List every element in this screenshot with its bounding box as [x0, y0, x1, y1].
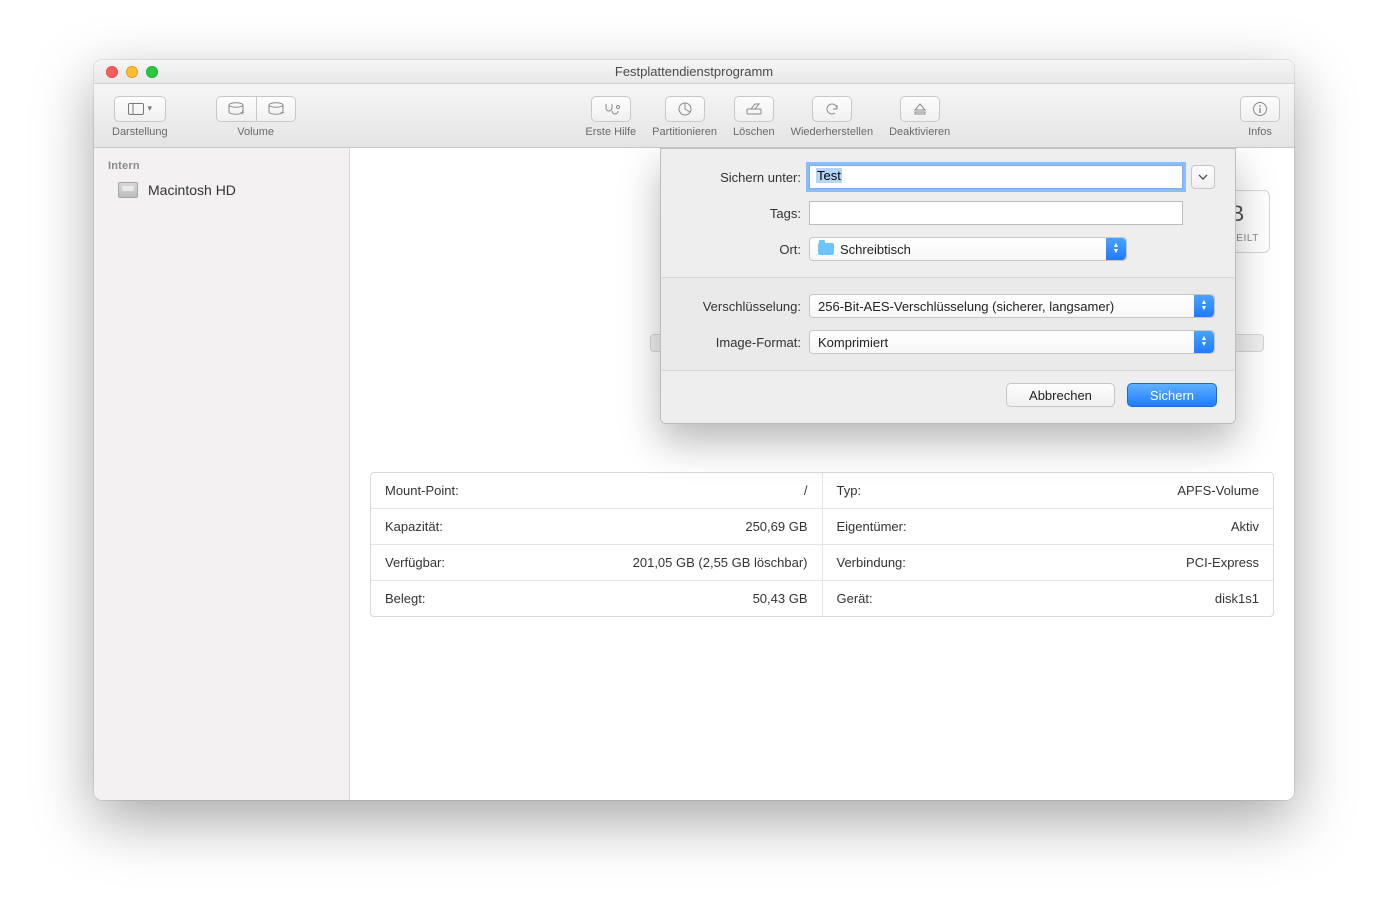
titlebar: Festplattendienstprogramm	[94, 60, 1294, 84]
folder-icon	[818, 243, 834, 255]
erase-icon	[745, 102, 763, 116]
partition-button[interactable]	[665, 96, 705, 122]
where-label: Ort:	[681, 242, 809, 257]
app-window: Festplattendienstprogramm ▾ Darstellung …	[94, 60, 1294, 800]
table-row: Belegt:50,43 GB	[371, 581, 822, 616]
unmount-label: Deaktivieren	[889, 126, 950, 138]
save-as-label: Sichern unter:	[681, 170, 809, 185]
sidebar-item-label: Macintosh HD	[148, 182, 236, 198]
sidebar-section-internal: Intern	[94, 154, 349, 176]
updown-icon: ▲▼	[1194, 295, 1214, 317]
restore-button[interactable]	[812, 96, 852, 122]
save-as-input[interactable]: Test	[809, 165, 1183, 189]
info-icon	[1252, 101, 1268, 117]
updown-icon: ▲▼	[1194, 331, 1214, 353]
table-row: Eigentümer:Aktiv	[823, 509, 1274, 545]
main-content: 250,69 GB VON 4 VOLUMES GETEILT Frei 198…	[350, 148, 1294, 800]
minimize-window-button[interactable]	[126, 66, 138, 78]
encryption-value: 256-Bit-AES-Verschlüsselung (sicherer, l…	[818, 299, 1114, 314]
volume-label: Volume	[237, 126, 274, 138]
erase-button[interactable]	[734, 96, 774, 122]
add-volume-button[interactable]: +	[216, 96, 256, 122]
where-select[interactable]: Schreibtisch ▲▼	[809, 237, 1127, 261]
save-button[interactable]: Sichern	[1127, 383, 1217, 407]
where-value: Schreibtisch	[840, 242, 911, 257]
restore-label: Wiederherstellen	[791, 126, 874, 138]
details-table: Mount-Point:/ Kapazität:250,69 GB Verfüg…	[370, 472, 1274, 617]
table-row: Kapazität:250,69 GB	[371, 509, 822, 545]
erase-label: Löschen	[733, 126, 775, 138]
sidebar-icon	[128, 103, 144, 115]
window-title: Festplattendienstprogramm	[94, 64, 1294, 79]
updown-icon: ▲▼	[1106, 238, 1126, 260]
unmount-button[interactable]	[900, 96, 940, 122]
info-label: Infos	[1248, 126, 1272, 138]
eject-icon	[913, 102, 927, 116]
info-button[interactable]	[1240, 96, 1280, 122]
table-row: Verbindung:PCI-Express	[823, 545, 1274, 581]
first-aid-label: Erste Hilfe	[585, 126, 636, 138]
view-label: Darstellung	[112, 126, 168, 138]
table-row: Verfügbar:201,05 GB (2,55 GB löschbar)	[371, 545, 822, 581]
volume-remove-icon: −	[267, 102, 285, 116]
encryption-label: Verschlüsselung:	[681, 299, 809, 314]
save-sheet: Sichern unter: Test Tags: Ort:	[660, 148, 1236, 424]
hdd-icon	[118, 182, 138, 198]
sidebar-item-macintosh-hd[interactable]: Macintosh HD	[94, 176, 349, 204]
table-row: Mount-Point:/	[371, 473, 822, 509]
encryption-select[interactable]: 256-Bit-AES-Verschlüsselung (sicherer, l…	[809, 294, 1215, 318]
partition-label: Partitionieren	[652, 126, 717, 138]
first-aid-button[interactable]	[591, 96, 631, 122]
format-value: Komprimiert	[818, 335, 888, 350]
restore-icon	[824, 102, 840, 116]
view-button[interactable]: ▾	[114, 96, 166, 122]
format-select[interactable]: Komprimiert ▲▼	[809, 330, 1215, 354]
cancel-button[interactable]: Abbrechen	[1006, 383, 1115, 407]
zoom-window-button[interactable]	[146, 66, 158, 78]
svg-text:−: −	[280, 108, 285, 116]
sidebar: Intern Macintosh HD	[94, 148, 350, 800]
table-row: Gerät:disk1s1	[823, 581, 1274, 616]
pie-icon	[677, 101, 693, 117]
expand-save-panel-button[interactable]	[1191, 165, 1215, 189]
table-row: Typ:APFS-Volume	[823, 473, 1274, 509]
remove-volume-button[interactable]: −	[256, 96, 296, 122]
volume-add-icon: +	[227, 102, 245, 116]
toolbar: ▾ Darstellung + − Volume Erste Hilfe	[94, 84, 1294, 148]
close-window-button[interactable]	[106, 66, 118, 78]
tags-input[interactable]	[809, 201, 1183, 225]
chevron-down-icon	[1198, 174, 1208, 180]
tags-label: Tags:	[681, 206, 809, 221]
svg-text:+: +	[240, 108, 245, 116]
stethoscope-icon	[602, 102, 620, 116]
format-label: Image-Format:	[681, 335, 809, 350]
